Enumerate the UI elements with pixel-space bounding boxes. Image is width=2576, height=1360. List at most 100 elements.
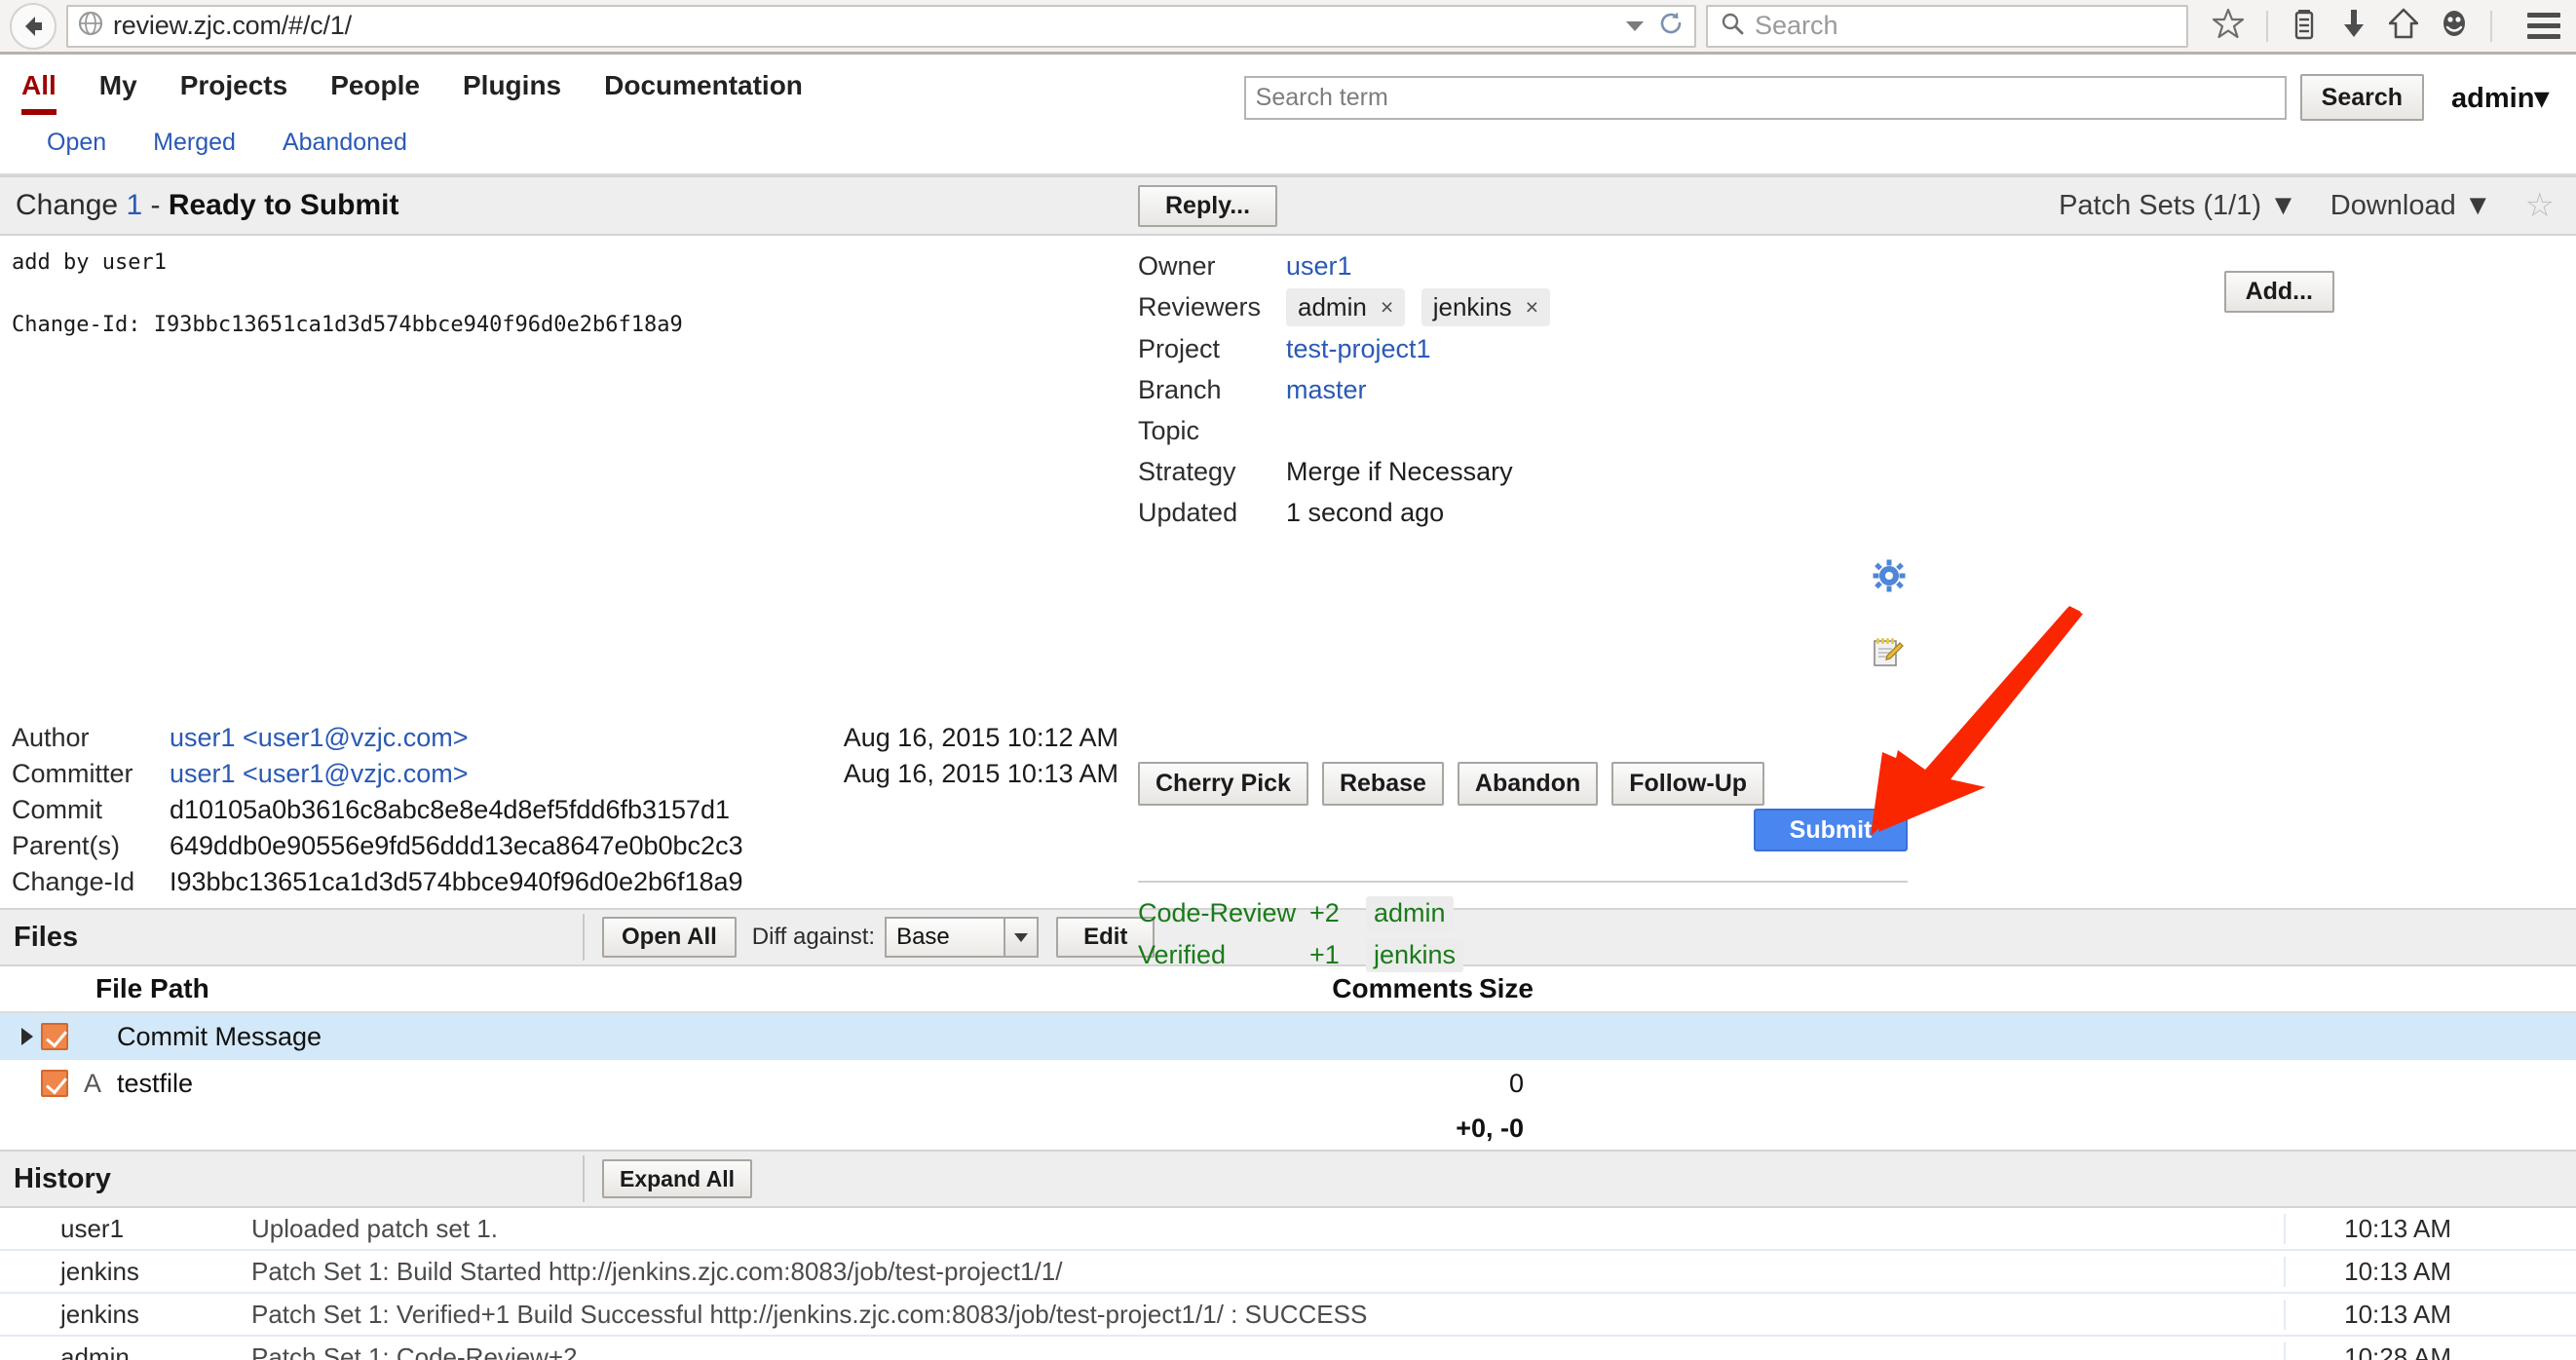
commit-info-row-commit: Commit d10105a0b3616c8abc8e8e4d8ef5fdd6f… (12, 795, 1122, 825)
patch-sets-dropdown[interactable]: Patch Sets (1/1) ▼ (2059, 190, 2297, 222)
browser-search-bar[interactable]: Search (1706, 4, 2188, 48)
gear-icon[interactable] (1873, 559, 1906, 597)
meta-row-updated: Updated 1 second ago (1138, 494, 1937, 531)
nav-item-my[interactable]: My (99, 72, 137, 115)
change-metadata: Owner user1 Reviewers admin × jenkins × … (1138, 247, 1937, 535)
meta-row-reviewers: Reviewers admin × jenkins × (1138, 288, 1937, 326)
diff-against-value: Base (896, 924, 950, 950)
follow-up-button[interactable]: Follow-Up (1611, 762, 1765, 806)
reviewer-chip-admin[interactable]: admin × (1286, 288, 1406, 326)
file-checkbox[interactable] (41, 1023, 68, 1050)
hamburger-menu-icon[interactable] (2514, 13, 2560, 39)
history-message: Patch Set 1: Verified+1 Build Successful… (251, 1299, 1368, 1329)
nav-item-all[interactable]: All (21, 72, 57, 115)
remove-reviewer-icon[interactable]: × (1381, 294, 1393, 321)
star-outline-icon[interactable]: ☆ (2525, 189, 2555, 222)
reviewer-name: jenkins (1432, 292, 1512, 321)
edit-note-icon[interactable] (1871, 635, 1904, 673)
change-header: Change 1 - Ready to Submit Reply... Patc… (0, 175, 2576, 236)
secondary-nav: Open Merged Abandoned (47, 129, 407, 157)
bookmark-star-icon[interactable] (2212, 7, 2245, 45)
nav-item-people[interactable]: People (330, 72, 420, 115)
download-dropdown[interactable]: Download ▼ (2330, 190, 2492, 222)
subnav-item-open[interactable]: Open (47, 129, 106, 157)
list-item[interactable]: user1 Uploaded patch set 1. 10:13 AM (0, 1208, 2576, 1251)
add-reviewer-button[interactable]: Add... (2223, 271, 2334, 313)
library-icon[interactable] (2290, 7, 2319, 45)
meta-row-branch: Branch master (1138, 371, 1937, 408)
column-size: Size (1478, 973, 1534, 1003)
abandon-button[interactable]: Abandon (1457, 762, 1599, 806)
list-item[interactable]: jenkins Patch Set 1: Verified+1 Build Su… (0, 1294, 2576, 1337)
account-menu[interactable]: admin▾ (2438, 81, 2555, 115)
downloads-icon[interactable] (2340, 7, 2368, 45)
label-name: Code-Review (1138, 898, 1297, 927)
back-button[interactable] (10, 2, 57, 50)
change-actions: Cherry Pick Rebase Abandon Follow-Up (1138, 762, 1765, 806)
search-term-input[interactable]: Search term (1243, 75, 2287, 120)
reload-icon[interactable] (1657, 10, 1685, 42)
download-label: Download (2330, 189, 2456, 221)
cherry-pick-button[interactable]: Cherry Pick (1138, 762, 1308, 806)
search-button[interactable]: Search (2299, 74, 2425, 121)
author-date: Aug 16, 2015 10:12 AM (843, 723, 1118, 752)
sync-smiley-icon[interactable] (2440, 8, 2469, 44)
reviewer-chip-jenkins[interactable]: jenkins × (1421, 288, 1551, 326)
primary-nav: All My Projects People Plugins Documenta… (21, 72, 803, 115)
owner-label: Owner (1138, 251, 1216, 281)
file-name[interactable]: testfile (117, 1069, 193, 1099)
page-title: Change 1 - Ready to Submit (16, 189, 399, 222)
history-time: 10:28 AM (2284, 1341, 2576, 1360)
subnav-item-merged[interactable]: Merged (153, 129, 236, 157)
reply-button[interactable]: Reply... (1138, 185, 1278, 227)
commit-info: Author user1 <user1@vzjc.com> Aug 16, 20… (12, 723, 1122, 903)
back-arrow-icon (19, 12, 48, 41)
committer-value[interactable]: user1 <user1@vzjc.com> (170, 759, 469, 789)
owner-value[interactable]: user1 (1286, 247, 1352, 284)
commit-message-text: add by user1 Change-Id: I93bbc13651ca1d3… (12, 250, 683, 337)
file-checkbox[interactable] (41, 1070, 68, 1097)
diff-against-select[interactable]: Base (885, 917, 1040, 958)
history-user: admin (60, 1341, 130, 1360)
file-name[interactable]: Commit Message (117, 1022, 322, 1052)
nav-item-documentation[interactable]: Documentation (604, 72, 803, 115)
change-number[interactable]: 1 (126, 189, 142, 221)
chevron-down-icon[interactable] (1626, 20, 1644, 31)
expand-triangle-icon[interactable] (14, 1028, 41, 1045)
author-value[interactable]: user1 <user1@vzjc.com> (170, 723, 469, 753)
diff-totals: +0, -0 (1456, 1113, 1524, 1143)
header-search-area: Search term Search admin▾ (1243, 72, 2555, 121)
history-user: jenkins (60, 1299, 139, 1329)
history-message: Uploaded patch set 1. (251, 1213, 498, 1243)
open-all-button[interactable]: Open All (602, 917, 737, 958)
toolbar-divider (2266, 10, 2268, 42)
rebase-button[interactable]: Rebase (1321, 762, 1444, 806)
strategy-label: Strategy (1138, 457, 1236, 486)
committer-label: Committer (12, 759, 133, 788)
submit-button[interactable]: Submit (1754, 809, 1908, 851)
project-value[interactable]: test-project1 (1286, 330, 1431, 367)
url-bar[interactable]: review.zjc.com/#/c/1/ (66, 4, 1696, 48)
expand-all-button[interactable]: Expand All (602, 1158, 752, 1199)
approval-labels: Code-Review +2 admin Verified +1 jenkins (1138, 896, 1464, 980)
list-item[interactable]: admin Patch Set 1: Code-Review+2 10:28 A… (0, 1337, 2576, 1360)
subnav-item-abandoned[interactable]: Abandoned (283, 129, 407, 157)
label-user: admin (1366, 896, 1454, 930)
commit-info-row-changeid: Change-Id I93bbc13651ca1d3d574bbce940f96… (12, 867, 1122, 897)
account-name: admin (2451, 82, 2535, 114)
branch-label: Branch (1138, 375, 1222, 404)
nav-item-projects[interactable]: Projects (180, 72, 288, 115)
nav-item-plugins[interactable]: Plugins (463, 72, 561, 115)
toolbar-divider-2 (2490, 10, 2492, 42)
topic-label: Topic (1138, 416, 1200, 445)
reply-button-wrap: Reply... (1138, 185, 1278, 227)
list-item[interactable]: jenkins Patch Set 1: Build Started http:… (0, 1251, 2576, 1294)
change-status: Ready to Submit (168, 189, 399, 221)
meta-row-owner: Owner user1 (1138, 247, 1937, 284)
home-icon[interactable] (2388, 7, 2419, 45)
reviewers-label: Reviewers (1138, 292, 1262, 321)
branch-value[interactable]: master (1286, 371, 1367, 408)
remove-reviewer-icon[interactable]: × (1526, 294, 1538, 321)
table-row[interactable]: A testfile 0 (0, 1060, 2576, 1107)
table-row[interactable]: Commit Message (0, 1013, 2576, 1060)
